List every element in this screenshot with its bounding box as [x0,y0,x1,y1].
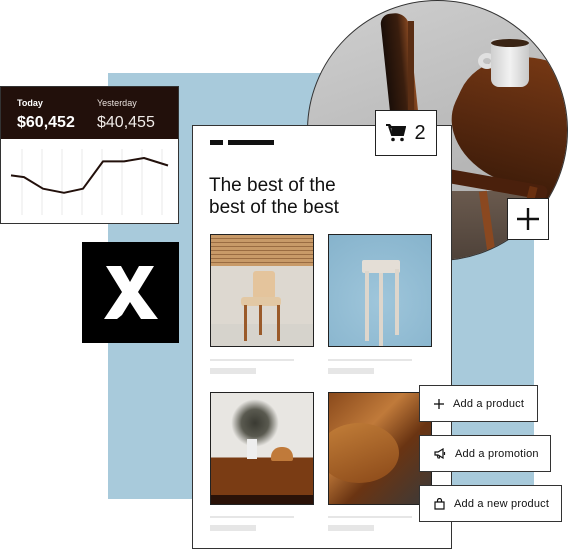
stool-leg [365,271,369,341]
stool-leg [395,269,399,335]
cart-icon [386,124,407,142]
storefront-headline: The best of the best of the best [209,175,409,219]
add-new-product-button[interactable]: Add a new product [419,485,562,522]
product-image-dining-set[interactable] [328,392,432,505]
product-price-placeholder [328,525,374,531]
plus-icon [517,208,539,230]
add-promotion-label: Add a promotion [455,447,539,460]
product-price-placeholder [328,368,374,374]
product-image-bar-stool[interactable] [328,234,432,347]
sales-trend-chart [10,149,169,215]
sales-stats-card: Today Yesterday $60,452 $40,455 [0,86,179,224]
yesterday-label: Yesterday [97,98,137,108]
round-table [329,423,399,483]
brand-logo [82,242,179,343]
product-title-placeholder [328,516,412,518]
product-image-sideboard[interactable] [210,392,314,505]
megaphone-icon [434,448,446,459]
window-blinds [211,235,313,267]
today-value: $60,452 [17,114,75,131]
product-price-placeholder [210,525,256,531]
sales-trend-line [10,157,169,194]
nav-placeholder-long [228,140,274,145]
stool-leg [379,273,383,346]
product-title-placeholder [210,359,294,361]
chair-leg [244,305,247,341]
mantel-clock [271,447,293,461]
product-title-placeholder [210,516,294,518]
photo-mug-coffee [491,39,529,47]
add-to-cart-button[interactable] [507,198,549,240]
chair-leg [259,305,262,335]
headline-line-1: The best of the [209,175,336,196]
sales-stats-header: Today Yesterday $60,452 $40,455 [1,87,178,139]
add-promotion-button[interactable]: Add a promotion [419,435,551,472]
today-label: Today [17,98,43,108]
chair-back [253,271,275,299]
vase [247,439,257,459]
chair-leg [277,305,280,341]
add-product-label: Add a product [453,397,525,410]
headline-line-2: best of the best [209,197,339,218]
x-logo-icon [104,266,158,319]
product-image-wooden-chair[interactable] [210,234,314,347]
nav-placeholder-short [210,140,223,145]
plus-icon [434,398,444,409]
add-product-button[interactable]: Add a product [419,385,538,422]
cart-count: 2 [414,121,426,144]
product-title-placeholder [328,359,412,361]
shopping-bag-icon [434,497,445,510]
cart-button[interactable]: 2 [375,110,437,156]
yesterday-value: $40,455 [97,114,155,131]
product-price-placeholder [210,368,256,374]
storefront-preview-card: The best of the best of the best [192,125,452,549]
add-new-product-label: Add a new product [454,497,550,510]
